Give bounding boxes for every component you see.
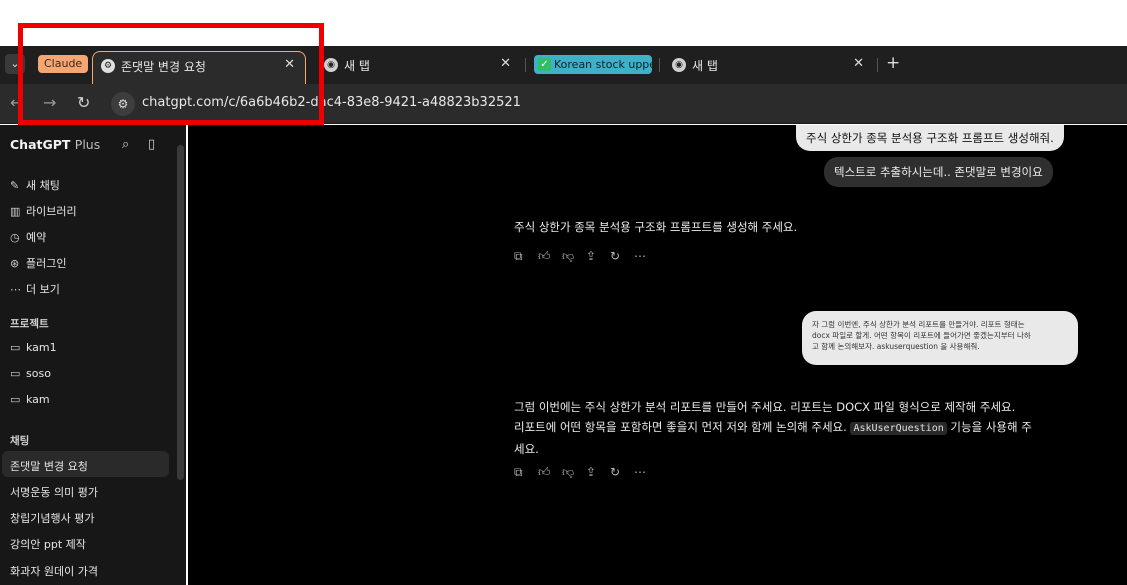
tab-korean-stock[interactable]: ✓ Korean stock uppe [530,51,658,84]
url-field[interactable]: chatgpt.com/c/6a6b46b2-dac4-83e8-9421-a4… [142,95,521,110]
sidebar-item-label: 더 보기 [26,283,60,296]
user-message-image: 자 그럼 이번엔, 주식 상한가 분석 리포트를 만들거야. 리포트 형태는 d… [802,311,1078,365]
library-icon: ▥ [10,205,21,218]
site-settings-icon[interactable]: ⚙ [111,92,135,116]
message-actions: ⧉ 👍︎ 👎︎ ⇪ ↻ ⋯ [514,249,658,264]
tab-title: 새 탭 [692,59,718,73]
tab-title: 새 탭 [344,59,370,73]
search-icon[interactable]: ⌕ [122,137,129,152]
user-message: 주식 상한가 종목 분석용 구조화 프롬프트 생성해줘. [796,125,1064,151]
sidebar: ChatGPT Plus ⌕ ▯ ✎ 새 채팅 ▥ 라이브러리 ◷ 예약 ⊛ 플러그인 … [0,125,186,585]
user-message: 텍스트로 추출하시는데.. 존댓말로 변경이요 [824,157,1053,187]
thumbs-down-icon[interactable]: 👎︎ [562,465,586,480]
sidebar-item-label: 새 채팅 [26,179,60,192]
chat-item[interactable]: 존댓말 변경 요청 [10,458,88,474]
project-label: kam [26,393,50,406]
tab-search-chevron-icon[interactable]: ⌄ [5,54,25,74]
tab-title: 존댓말 변경 요청 [121,60,206,74]
thumbs-up-icon[interactable]: 👍︎ [538,249,562,264]
browser-address-bar: ← → ↻ ⚙ chatgpt.com/c/6a6b46b2-dac4-83e8… [0,84,1127,124]
sidebar-item-schedule[interactable]: ◷ 예약 [10,229,46,245]
assistant-line: 리포트에 어떤 항목을 포함하면 좋을지 먼저 저와 함께 논의해 주세요. A… [514,417,1094,439]
sidebar-toggle-icon[interactable]: ▯ [148,137,155,152]
conversation-area: 주식 상한가 종목 분석용 구조화 프롬프트 생성해줘. 텍스트로 추출하시는데… [188,125,1127,585]
sidebar-item-label: 예약 [26,231,47,244]
assistant-text: 리포트에 어떤 항목을 포함하면 좋을지 먼저 저와 함께 논의해 주세요. [514,420,847,434]
forward-arrow-icon[interactable]: → [43,93,56,112]
chrome-favicon-icon: ◉ [672,58,686,72]
tab-active[interactable]: ⚙ 존댓말 변경 요청 ✕ [92,51,306,84]
share-icon[interactable]: ⇪ [586,249,610,263]
tab-title: Korean stock uppe [554,58,652,71]
tab-separator [877,58,878,72]
chats-header: 채팅 [10,435,30,447]
sidebar-scrollbar[interactable] [177,145,184,480]
more-icon[interactable]: ⋯ [634,249,658,263]
back-arrow-icon[interactable]: ← [10,93,23,112]
chat-item[interactable]: 창립기념행사 평가 [10,510,94,526]
project-label: soso [26,367,51,380]
tab-new-2[interactable]: ◉ 새 탭 ✕ [664,51,874,84]
close-icon[interactable]: ✕ [500,56,511,71]
brand-name: ChatGPT [10,137,71,152]
thumbs-up-icon[interactable]: 👍︎ [538,465,562,480]
more-icon: ⋯ [10,283,21,296]
chat-item[interactable]: 서명운동 의미 평가 [10,484,98,500]
user-message-line: 자 그럼 이번엔, 주식 상한가 분석 리포트를 만들거야. 리포트 형태는 [812,320,1025,329]
tab-group-chip-korean[interactable]: ✓ Korean stock uppe [534,55,652,74]
checkbox-icon: ✓ [538,58,551,71]
regenerate-icon[interactable]: ↻ [610,249,634,263]
tab-new-1[interactable]: ◉ 새 탭 ✕ [316,51,521,84]
sidebar-item-label: 라이브러리 [26,205,77,218]
sidebar-item-more[interactable]: ⋯ 더 보기 [10,281,60,297]
close-icon[interactable]: ✕ [853,56,864,71]
more-icon[interactable]: ⋯ [634,465,658,479]
browser-tab-bar: ⌄ Claude ⚙ 존댓말 변경 요청 ✕ ◉ 새 탭 ✕ ✓ Korean … [0,46,1127,84]
inline-code: AskUserQuestion [850,422,947,435]
tab-separator [525,58,526,72]
sidebar-item-library[interactable]: ▥ 라이브러리 [10,203,77,219]
project-item-kam[interactable]: ▭ kam [10,393,50,406]
chatgpt-favicon-icon: ⚙ [101,59,115,73]
close-icon[interactable]: ✕ [284,57,295,72]
sidebar-item-label: 플러그인 [26,257,67,270]
project-item-kam1[interactable]: ▭ kam1 [10,341,57,354]
copy-icon[interactable]: ⧉ [514,249,538,264]
chat-item[interactable]: 화과자 원데이 가격 [10,563,98,579]
message-actions: ⧉ 👍︎ 👎︎ ⇪ ↻ ⋯ [514,465,658,480]
new-tab-button[interactable]: + [886,53,900,73]
sidebar-item-plugins[interactable]: ⊛ 플러그인 [10,255,66,271]
clock-icon: ◷ [10,231,20,244]
regenerate-icon[interactable]: ↻ [610,465,634,479]
folder-icon: ▭ [10,341,21,354]
copy-icon[interactable]: ⧉ [514,465,538,480]
tab-separator [659,58,660,72]
assistant-message: 그럼 이번에는 주식 상한가 분석 리포트를 만들어 주세요. 리포트는 DOC… [514,397,1094,459]
folder-icon: ▭ [10,367,21,380]
projects-header: 프로젝트 [10,318,49,330]
chat-item[interactable]: 강의안 ppt 제작 [10,536,86,552]
user-message-line: docx 파일로 할게. 어떤 항목이 리포트에 들어가면 좋겠는지부터 나하 [812,331,1031,340]
assistant-line: 그럼 이번에는 주식 상한가 분석 리포트를 만들어 주세요. 리포트는 DOC… [514,400,1016,414]
share-icon[interactable]: ⇪ [586,465,610,479]
plugin-icon: ⊛ [10,257,20,270]
reload-icon[interactable]: ↻ [77,93,90,112]
assistant-message: 주식 상한가 종목 분석용 구조화 프롬프트를 생성해 주세요. [514,220,798,234]
thumbs-down-icon[interactable]: 👎︎ [562,249,586,264]
chrome-favicon-icon: ◉ [324,58,338,72]
project-item-soso[interactable]: ▭ soso [10,367,51,380]
assistant-line: 세요. [514,442,539,456]
user-message-line: 고 함께 논의해보자. askuserquestion 을 사용해줘. [812,342,980,351]
brand-plan: Plus [74,137,101,152]
sidebar-item-new-chat[interactable]: ✎ 새 채팅 [10,177,60,193]
project-label: kam1 [26,341,57,354]
model-selector[interactable]: ChatGPT Plus [10,137,100,152]
assistant-text: 기능을 사용해 주 [950,420,1032,434]
page-top-margin [0,0,1127,46]
tab-group-label[interactable]: Claude [38,55,89,73]
folder-icon: ▭ [10,393,21,406]
edit-icon: ✎ [10,179,20,192]
